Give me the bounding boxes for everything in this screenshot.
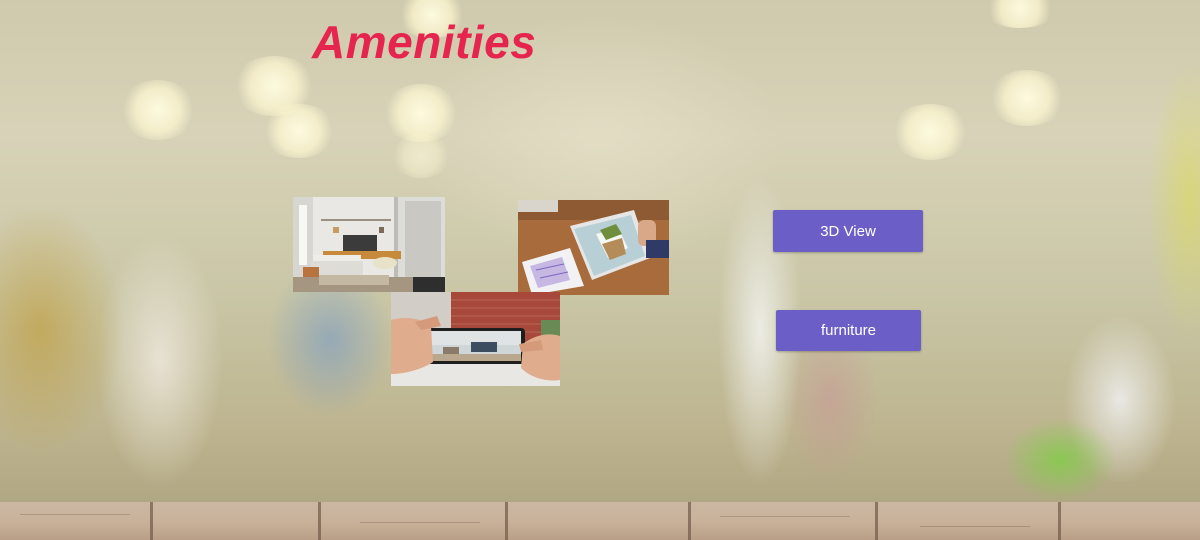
plank-seam [318,502,321,540]
3d-view-button[interactable]: 3D View [773,210,923,252]
wooden-table-top [0,502,1200,540]
phone-ar-image [391,292,560,386]
wood-grain [360,522,480,523]
living-room-thumbnail[interactable] [293,197,445,292]
plank-seam [505,502,508,540]
wood-grain [720,516,850,517]
wood-grain [20,514,130,515]
bokeh-light [982,0,1058,28]
plank-seam [875,502,878,540]
bokeh-light [120,80,196,140]
bokeh-light [390,134,452,178]
bokeh-light [890,104,970,160]
plank-seam [688,502,691,540]
living-room-image [293,197,445,292]
wood-grain [920,526,1030,527]
bokeh-light [262,104,336,158]
tablet-3d-model-image [518,200,669,295]
phone-ar-thumbnail[interactable] [391,292,560,386]
plank-seam [1058,502,1061,540]
furniture-button[interactable]: furniture [776,310,921,351]
tablet-3d-model-thumbnail[interactable] [518,200,669,295]
bokeh-light [988,70,1066,126]
page-title: Amenities [312,16,537,68]
plank-seam [150,502,153,540]
